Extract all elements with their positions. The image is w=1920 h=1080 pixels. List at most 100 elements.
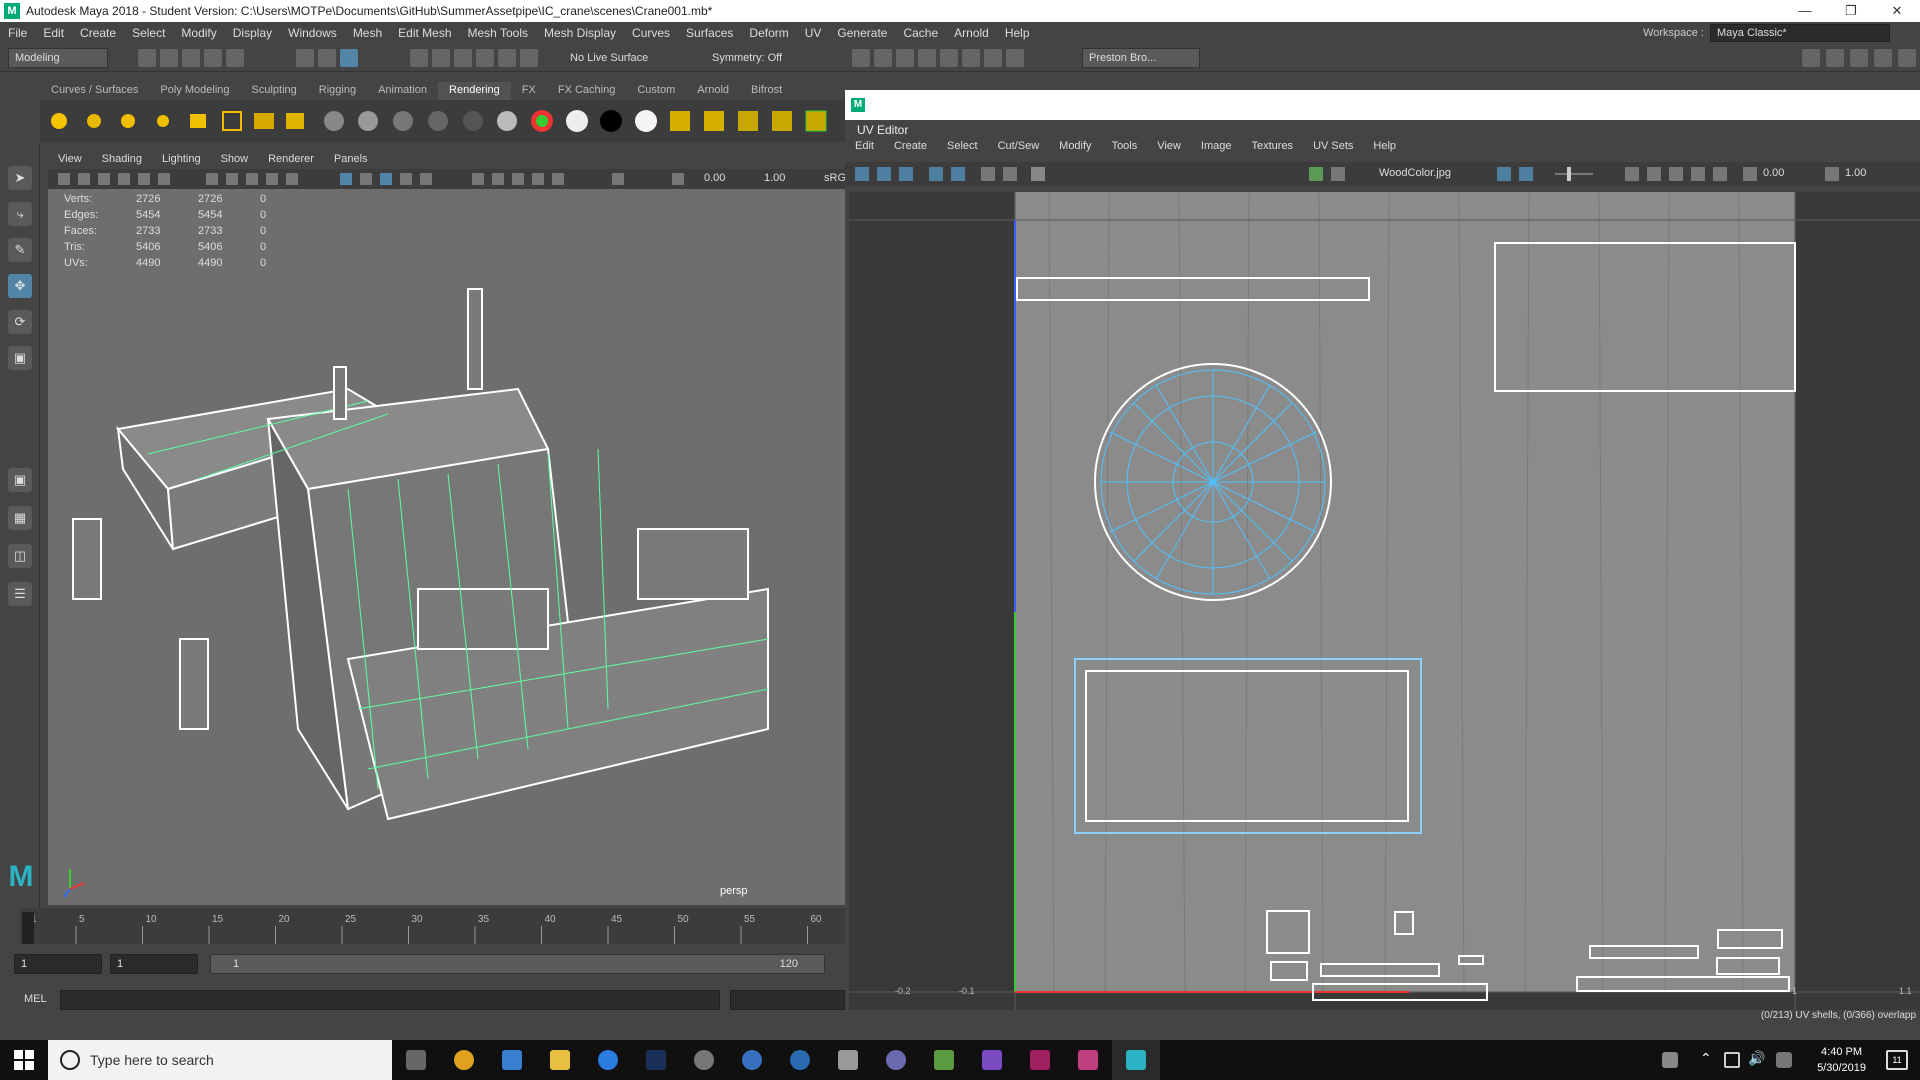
uv-menu-image[interactable]: Image: [1191, 138, 1242, 158]
move-tool-icon[interactable]: ✥: [8, 274, 32, 298]
maximize-button[interactable]: ❐: [1828, 0, 1874, 22]
snap-point-icon[interactable]: [454, 49, 472, 67]
playback-start-field[interactable]: 1: [110, 954, 198, 974]
mel-label[interactable]: MEL: [24, 993, 47, 1005]
texture-name[interactable]: WoodColor.jpg: [1379, 167, 1451, 179]
lasso-tool-icon[interactable]: ⤷: [8, 202, 32, 226]
visual-studio-icon[interactable]: [968, 1040, 1016, 1080]
minimize-button[interactable]: —: [1782, 0, 1828, 22]
file-explorer-icon[interactable]: [536, 1040, 584, 1080]
menu-mesh[interactable]: Mesh: [345, 26, 390, 40]
render-sequence-icon[interactable]: [984, 49, 1002, 67]
render-tool-icons[interactable]: [670, 110, 827, 132]
shelf-tab-fx[interactable]: FX: [511, 82, 547, 100]
shelf-tab-animation[interactable]: Animation: [367, 82, 438, 100]
ipr-render-icon[interactable]: [896, 49, 914, 67]
open-scene-icon[interactable]: [160, 49, 178, 67]
pen-icon[interactable]: [1776, 1052, 1792, 1068]
menu-arnold[interactable]: Arnold: [946, 26, 997, 40]
photoshop-icon[interactable]: [632, 1040, 680, 1080]
close-button[interactable]: ✕: [1874, 0, 1920, 22]
chrome-icon[interactable]: [440, 1040, 488, 1080]
notification-icon[interactable]: 11: [1886, 1050, 1908, 1070]
snap-grid-icon[interactable]: [410, 49, 428, 67]
pause-icon[interactable]: [1006, 49, 1024, 67]
save-scene-icon[interactable]: [182, 49, 200, 67]
uv-gamma-field[interactable]: 1.00: [1845, 167, 1866, 179]
menu-edit-mesh[interactable]: Edit Mesh: [390, 26, 459, 40]
menu-cache[interactable]: Cache: [895, 26, 946, 40]
live-surface-label[interactable]: No Live Surface: [570, 52, 648, 64]
shelf-tab-curves-surfaces[interactable]: Curves / Surfaces: [40, 82, 149, 100]
viewport-menu-shading[interactable]: Shading: [92, 151, 152, 169]
viewport-menu-panels[interactable]: Panels: [324, 151, 378, 169]
menu-create[interactable]: Create: [72, 26, 124, 40]
menu-display[interactable]: Display: [225, 26, 280, 40]
uv-menu-help[interactable]: Help: [1363, 138, 1406, 158]
scale-tool-icon[interactable]: ▣: [8, 346, 32, 370]
select-component-icon[interactable]: [340, 49, 358, 67]
shelf-tab-custom[interactable]: Custom: [626, 82, 686, 100]
shelf-tab-sculpting[interactable]: Sculpting: [241, 82, 308, 100]
viewport-menu-lighting[interactable]: Lighting: [152, 151, 211, 169]
user-account-dropdown[interactable]: Preston Bro...: [1082, 48, 1200, 68]
outliner-layout-icon[interactable]: ☰: [8, 582, 32, 606]
arnold-render-icon[interactable]: [962, 49, 980, 67]
tool-settings-icon[interactable]: [1850, 49, 1868, 67]
shelf-tab-poly-modeling[interactable]: Poly Modeling: [149, 82, 240, 100]
menu-windows[interactable]: Windows: [280, 26, 345, 40]
hypershade-icon[interactable]: [940, 49, 958, 67]
uv-menu-tools[interactable]: Tools: [1102, 138, 1148, 158]
viewport-menu-renderer[interactable]: Renderer: [258, 151, 324, 169]
time-ruler[interactable]: 151015202530354045505560: [20, 908, 845, 944]
uv-menu-select[interactable]: Select: [937, 138, 988, 158]
edge-icon[interactable]: [584, 1040, 632, 1080]
layer-editor-icon[interactable]: [1898, 49, 1916, 67]
snap-view-icon[interactable]: [476, 49, 494, 67]
attribute-editor-icon[interactable]: [1826, 49, 1844, 67]
app-icon[interactable]: [728, 1040, 776, 1080]
mode-dropdown[interactable]: Modeling: [8, 48, 108, 68]
viewport-menu-view[interactable]: View: [48, 151, 92, 169]
viewport-menu-show[interactable]: Show: [211, 151, 259, 169]
shelf-tab-bifrost[interactable]: Bifrost: [740, 82, 793, 100]
menu-uv[interactable]: UV: [797, 26, 830, 40]
uv-menu-create[interactable]: Create: [884, 138, 937, 158]
gamma-field[interactable]: 1.00: [764, 172, 785, 184]
windows-start-icon[interactable]: [14, 1050, 34, 1070]
shelf-tab-arnold[interactable]: Arnold: [686, 82, 740, 100]
menu-edit[interactable]: Edit: [35, 26, 72, 40]
select-object-icon[interactable]: [318, 49, 336, 67]
redo-icon[interactable]: [226, 49, 244, 67]
menu-surfaces[interactable]: Surfaces: [678, 26, 741, 40]
shelf-tab-rigging[interactable]: Rigging: [308, 82, 367, 100]
rotate-tool-icon[interactable]: ⟳: [8, 310, 32, 334]
shelf-tab-fx-caching[interactable]: FX Caching: [547, 82, 626, 100]
current-frame-marker[interactable]: [22, 912, 34, 944]
app-icon[interactable]: [872, 1040, 920, 1080]
chevron-up-icon[interactable]: ⌃: [1700, 1050, 1712, 1067]
menu-curves[interactable]: Curves: [624, 26, 678, 40]
system-clock[interactable]: 4:40 PM 5/30/2019: [1817, 1044, 1866, 1076]
range-slider-bar[interactable]: 1 120: [210, 954, 825, 974]
symmetry-dropdown[interactable]: Symmetry: Off: [712, 52, 782, 64]
snap-surface-icon[interactable]: [498, 49, 516, 67]
render-settings-icon[interactable]: [918, 49, 936, 67]
workspace-dropdown[interactable]: Maya Classic*: [1710, 24, 1890, 42]
undo-icon[interactable]: [204, 49, 222, 67]
render-view-icon[interactable]: [852, 49, 870, 67]
new-scene-icon[interactable]: [138, 49, 156, 67]
uv-menu-uv-sets[interactable]: UV Sets: [1303, 138, 1363, 158]
menu-deform[interactable]: Deform: [741, 26, 796, 40]
select-tool-icon[interactable]: ➤: [8, 166, 32, 190]
app-icon[interactable]: [1016, 1040, 1064, 1080]
shelf-tab-rendering[interactable]: Rendering: [438, 82, 511, 100]
menu-mesh-tools[interactable]: Mesh Tools: [460, 26, 536, 40]
snap-curve-icon[interactable]: [432, 49, 450, 67]
network-icon[interactable]: [1724, 1052, 1740, 1068]
light-icons[interactable]: [51, 111, 304, 131]
unity-icon[interactable]: [680, 1040, 728, 1080]
start-time-field[interactable]: 1: [14, 954, 102, 974]
uv-menu-textures[interactable]: Textures: [1241, 138, 1303, 158]
app-icon[interactable]: [1064, 1040, 1112, 1080]
